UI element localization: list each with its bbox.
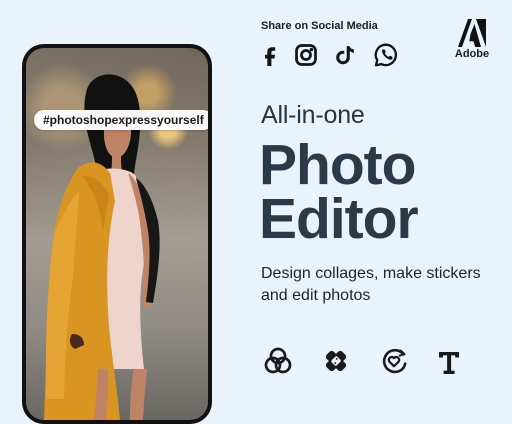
color-circles-icon	[262, 345, 294, 377]
share-label: Share on Social Media	[261, 20, 378, 32]
phone-screen: #photoshopexpressyourself	[26, 48, 208, 420]
subcopy: Design collages, make stickers and edit …	[261, 265, 481, 304]
text-icon	[433, 345, 465, 377]
headline-small: All-in-one	[261, 101, 365, 129]
hashtag-pill: #photoshopexpressyourself	[34, 110, 208, 130]
instagram-icon[interactable]	[292, 41, 320, 69]
brand-name: Adobe	[454, 48, 490, 60]
feature-icon-row	[262, 345, 467, 377]
hashtag-text: #photoshopexpressyourself	[43, 113, 204, 127]
headline-large: Photo Editor	[259, 133, 419, 251]
tiktok-icon[interactable]	[331, 41, 359, 69]
woman-portrait-image	[44, 74, 160, 420]
adobe-logo: Adobe	[449, 18, 495, 70]
social-icon-row	[258, 41, 408, 69]
phone-frame: #photoshopexpressyourself	[22, 44, 212, 424]
bandage-icon	[320, 345, 352, 377]
facebook-icon[interactable]	[258, 41, 286, 69]
headline-line-1: Photo	[259, 133, 416, 197]
heart-sticker-icon	[378, 345, 410, 377]
whatsapp-icon[interactable]	[372, 41, 400, 69]
headline-line-2: Editor	[259, 187, 419, 251]
adobe-icon	[458, 19, 486, 47]
